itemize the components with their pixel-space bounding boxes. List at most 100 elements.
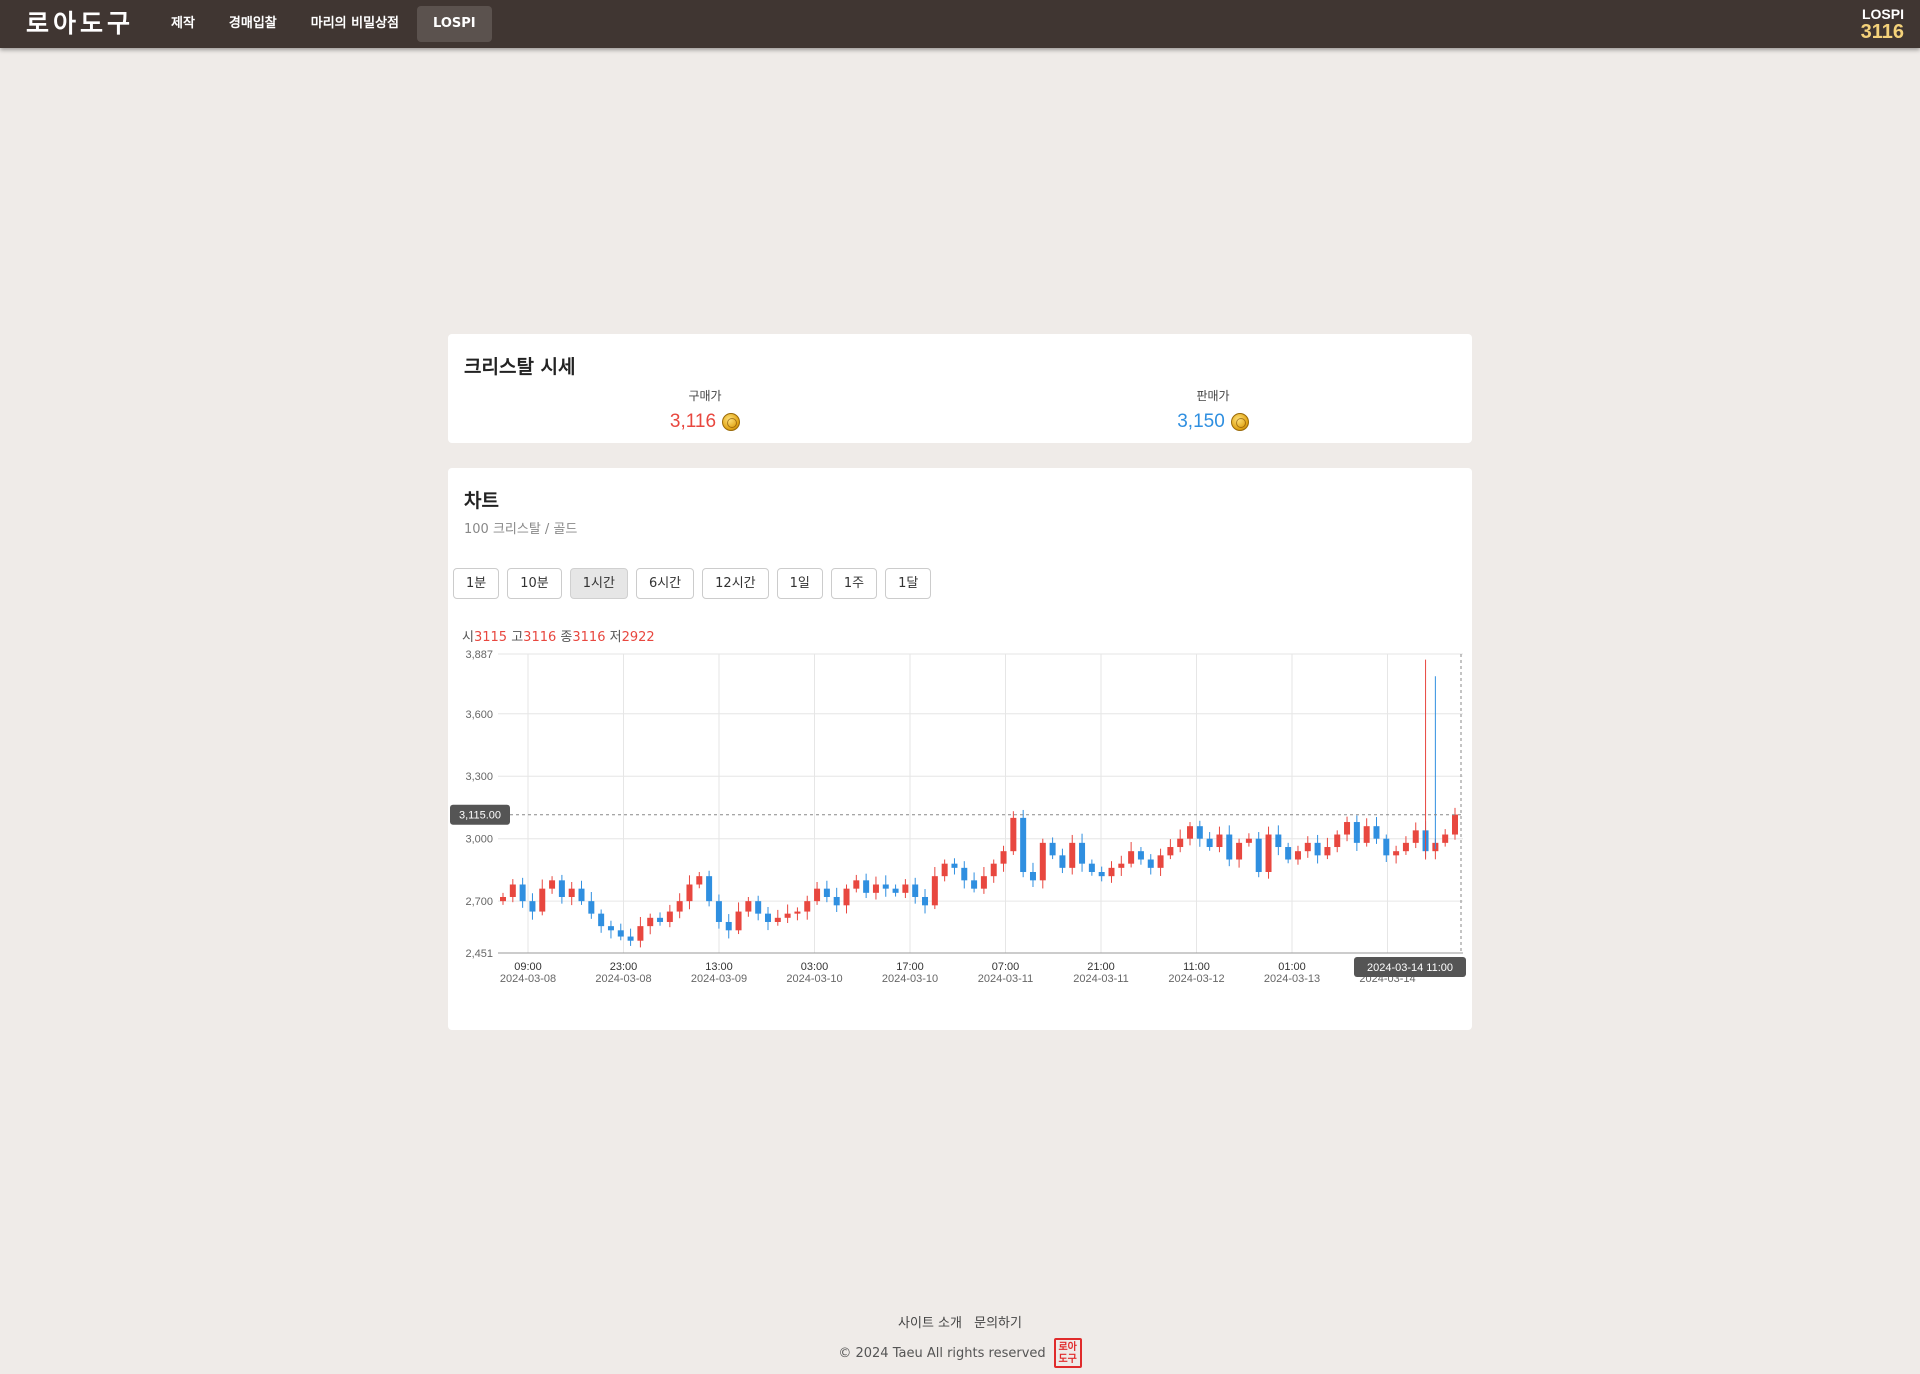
x-tick-time: 13:00 xyxy=(705,961,733,973)
candle-body xyxy=(1157,855,1164,868)
x-tick-date: 2024-03-11 xyxy=(978,973,1033,985)
gold-coin-icon xyxy=(1230,413,1249,431)
candle-body xyxy=(794,911,801,914)
candle-body xyxy=(902,884,909,893)
candle-body xyxy=(1245,838,1252,843)
candle-body xyxy=(853,880,860,889)
candle-body xyxy=(863,880,870,893)
nav-item-mari-shop[interactable]: 마리의 비밀상점 xyxy=(295,6,415,42)
x-tick-date: 2024-03-10 xyxy=(786,973,842,985)
sell-price-label: 판매가 xyxy=(1196,389,1230,403)
candle-body xyxy=(922,896,929,906)
candle-body xyxy=(1147,859,1154,868)
candle-body xyxy=(1226,834,1233,860)
candle-body xyxy=(1118,863,1125,868)
candle-body xyxy=(774,917,781,922)
candle-body xyxy=(1275,834,1282,848)
candle-body xyxy=(892,888,899,893)
candle-body xyxy=(588,901,595,914)
footer-contact-link[interactable]: 문의하기 xyxy=(974,1316,1022,1331)
candle-body xyxy=(872,884,879,893)
x-tick-time: 09:00 xyxy=(514,961,542,973)
tab-1week[interactable]: 1주 xyxy=(830,568,878,599)
candle-body xyxy=(1285,847,1292,860)
tab-10min[interactable]: 10분 xyxy=(507,568,562,599)
tab-1hour[interactable]: 1시간 xyxy=(569,568,628,599)
candle-body xyxy=(1079,842,1086,864)
candle-body xyxy=(647,917,654,927)
buy-price: 3,116 xyxy=(670,411,741,433)
candle-body xyxy=(784,913,791,918)
candle-body xyxy=(764,913,771,922)
candle-body xyxy=(1393,851,1400,856)
x-tick-date: 2024-03-10 xyxy=(882,973,938,985)
lospi-value: 3116 xyxy=(1860,21,1904,43)
candle-body xyxy=(607,926,614,931)
y-tick-label: 3,887 xyxy=(465,649,493,661)
chart-subtitle: 100 크리스탈 / 골드 xyxy=(464,522,578,537)
candle-body xyxy=(500,896,506,902)
candle-body xyxy=(706,876,713,902)
y-tick-label: 3,300 xyxy=(465,771,493,783)
footer-copyright: © 2024 Taeu All rights reserved 로아 도구 xyxy=(0,1338,1920,1368)
x-tick-time: 23:00 xyxy=(610,961,638,973)
y-tick-label: 2,700 xyxy=(465,896,493,908)
site-logo[interactable]: 로아도구 xyxy=(26,7,134,41)
candle-body xyxy=(1137,851,1144,860)
candle-body xyxy=(804,901,811,912)
crosshair-time-label: 2024-03-14 11:00 xyxy=(1367,962,1453,974)
gold-coin-icon xyxy=(722,413,741,431)
x-tick-time: 01:00 xyxy=(1278,961,1306,973)
candle-body xyxy=(1324,847,1331,856)
x-tick-time: 17:00 xyxy=(896,961,924,973)
candle-body xyxy=(1265,834,1272,873)
ohlc-close-label: 종 xyxy=(560,630,573,645)
nav-item-craft[interactable]: 제작 xyxy=(155,6,211,42)
footer-links: 사이트 소개 문의하기 xyxy=(0,1312,1920,1331)
candle-body xyxy=(1334,834,1341,848)
tab-6hour[interactable]: 6시간 xyxy=(635,568,695,599)
candle-body xyxy=(1187,826,1194,839)
tab-1min[interactable]: 1분 xyxy=(453,568,500,599)
candle-body xyxy=(725,921,732,931)
candle-body xyxy=(1383,838,1390,856)
logo-stamp-icon: 로아 도구 xyxy=(1053,1338,1082,1368)
candle-body xyxy=(1294,851,1301,860)
candle-body xyxy=(676,901,683,912)
footer-about-link[interactable]: 사이트 소개 xyxy=(898,1316,962,1331)
crosshair-price-label: 3,115.00 xyxy=(459,810,501,822)
buy-price-block: 구매가 3,116 xyxy=(555,387,855,433)
candle-body xyxy=(627,936,634,941)
candle-body xyxy=(666,911,673,922)
x-tick-time: 11:00 xyxy=(1183,961,1210,973)
plot-area xyxy=(498,654,1463,953)
x-tick-date: 2024-03-12 xyxy=(1168,973,1224,985)
candle-body xyxy=(1010,817,1017,852)
y-tick-label: 3,600 xyxy=(465,709,493,721)
candle-body xyxy=(1373,826,1380,839)
candle-body xyxy=(971,880,978,889)
nav-item-auction[interactable]: 경매입찰 xyxy=(213,6,293,42)
candle-body xyxy=(1000,851,1007,864)
candle-body xyxy=(1452,814,1458,835)
candlestick-chart[interactable]: 3,8873,6003,3003,0002,7002,45109:002024-… xyxy=(448,646,1472,996)
candle-body xyxy=(617,930,624,937)
candle-body xyxy=(1167,847,1174,856)
tab-1month[interactable]: 1달 xyxy=(885,568,932,599)
candle-body xyxy=(549,880,556,889)
candle-body xyxy=(558,880,565,897)
tab-1day[interactable]: 1일 xyxy=(776,568,823,599)
interval-tabs: 1분 10분 1시간 6시간 12시간 1일 1주 1달 xyxy=(453,568,932,599)
ohlc-open-label: 시 xyxy=(462,630,474,645)
chart-card: 차트 100 크리스탈 / 골드 1분 10분 1시간 6시간 12시간 1일 … xyxy=(448,468,1472,1030)
nav-item-lospi[interactable]: LOSPI xyxy=(417,6,492,42)
candle-body xyxy=(1363,826,1370,843)
candle-body xyxy=(1108,867,1115,877)
main-nav: 제작 경매입찰 마리의 비밀상점 LOSPI xyxy=(155,6,492,42)
candle-body xyxy=(519,884,526,902)
tab-12hour[interactable]: 12시간 xyxy=(702,568,769,599)
x-tick-time: 03:00 xyxy=(801,961,829,973)
candle-body xyxy=(568,888,575,897)
candle-body xyxy=(1344,822,1351,835)
ohlc-high: 3116 xyxy=(523,630,557,645)
